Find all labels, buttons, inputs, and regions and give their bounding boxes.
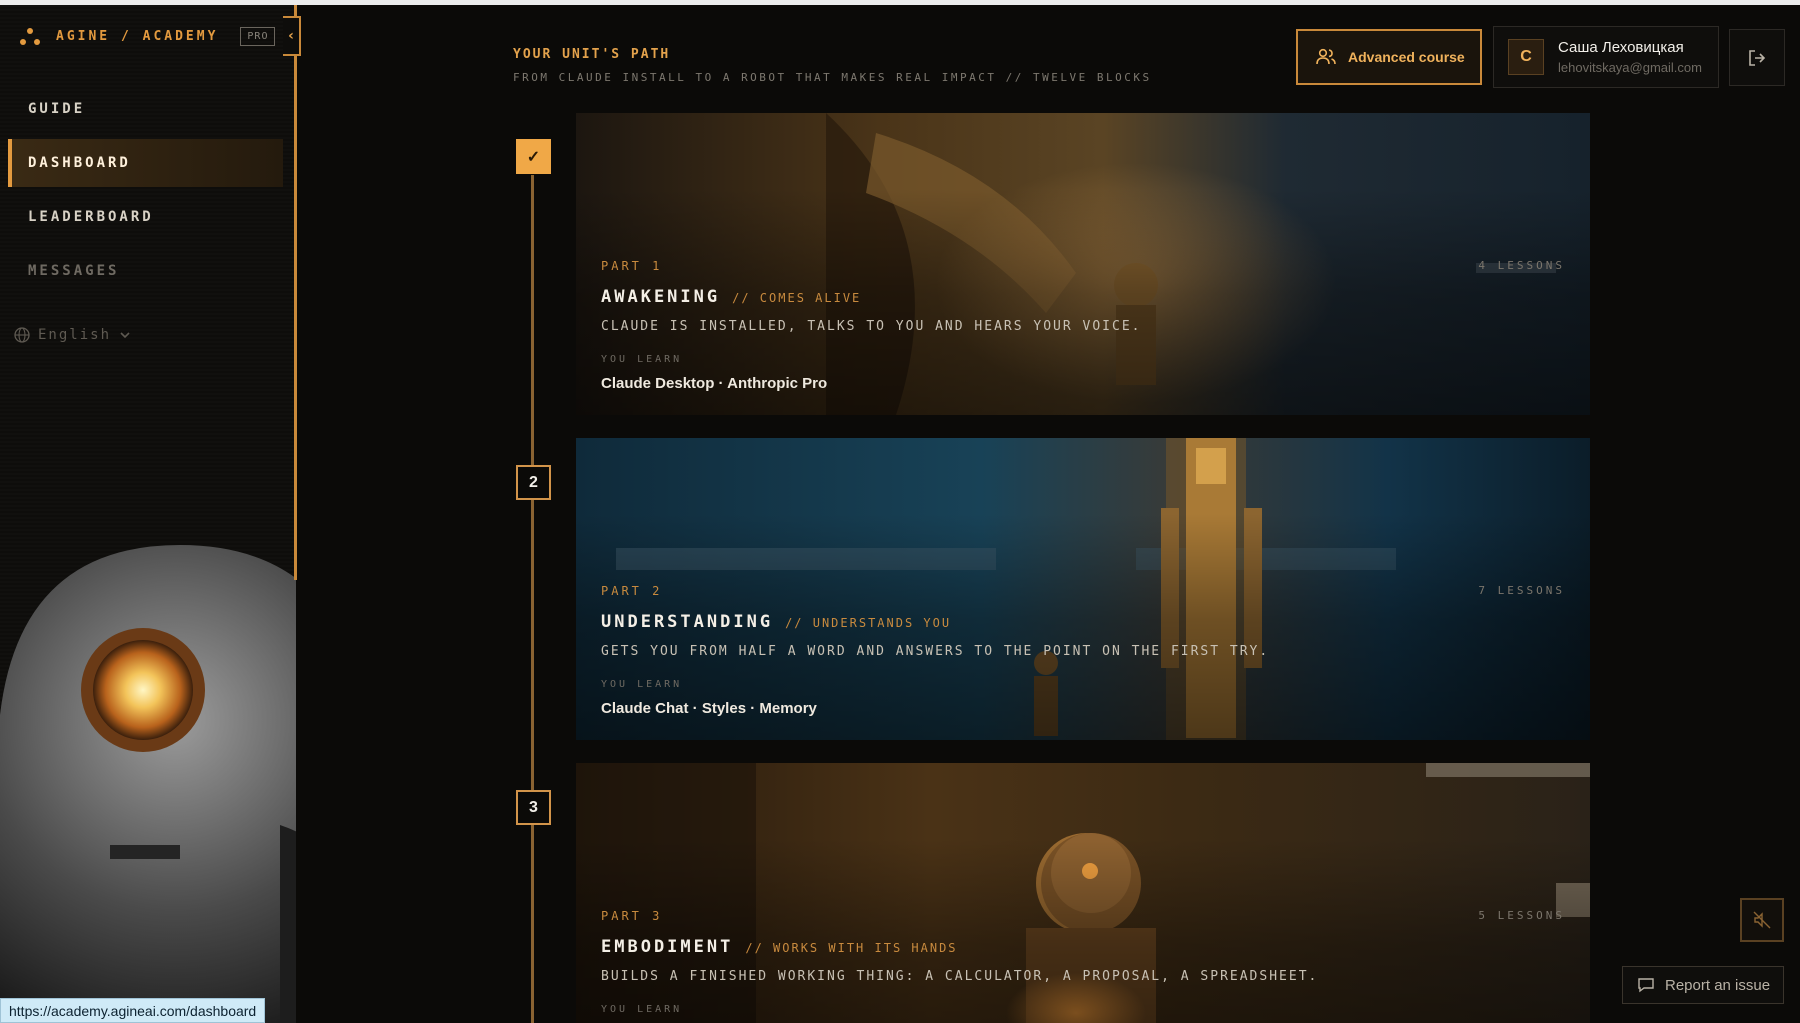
you-learn-label: YOU LEARN [601,679,683,690]
sidebar-nav: GUIDE DASHBOARD LEADERBOARD MESSAGES [8,85,283,301]
sidebar-collapse-button[interactable]: ‹ [283,16,301,56]
chevron-left-icon: ‹ [288,28,294,44]
step-marker-3: 3 [516,790,551,825]
brand[interactable]: AGINE / ACADEMY PRO [20,27,276,46]
logout-icon [1749,49,1766,66]
part-description: GETS YOU FROM HALF A WORD AND ANSWERS TO… [601,644,1270,659]
robot-head-illustration [0,545,296,1023]
you-learn-label: YOU LEARN [601,354,683,365]
status-bar-url: https://academy.agineai.com/dashboard [0,998,266,1023]
part-card-3[interactable]: PART 3 5 LESSONS EMBODIMENT // WORKS WIT… [576,763,1590,1023]
report-issue-button[interactable]: Report an issue [1622,966,1784,1004]
step-marker-2: 2 [516,465,551,500]
part-card-2[interactable]: PART 2 7 LESSONS UNDERSTANDING // UNDERS… [576,438,1590,740]
you-learn-topics: Claude Desktop · Anthropic Pro [601,375,828,392]
part-subtitle: // COMES ALIVE [732,291,862,305]
logout-button[interactable] [1729,29,1785,86]
sidebar-item-label: MESSAGES [28,263,120,279]
sidebar-item-label: GUIDE [28,101,86,117]
you-learn-label: YOU LEARN [601,1004,683,1015]
brand-logo-icon [20,27,42,46]
muted-speaker-icon [1753,911,1771,929]
mute-toggle-button[interactable] [1740,898,1784,942]
chevron-down-icon [120,332,130,339]
language-label: English [38,327,112,343]
sidebar-item-guide[interactable]: GUIDE [8,85,283,133]
part-title: AWAKENING [601,287,721,307]
users-icon [1316,48,1336,65]
page-subtitle: FROM CLAUDE INSTALL TO A ROBOT THAT MAKE… [513,71,1152,84]
globe-icon [14,327,30,343]
avatar: C [1508,39,1544,75]
sidebar-item-leaderboard[interactable]: LEADERBOARD [8,193,283,241]
user-email: lehovitskaya@gmail.com [1558,60,1702,75]
advanced-course-label: Advanced course [1348,49,1465,65]
pro-badge: PRO [240,27,276,46]
part-label: PART 3 [601,909,663,923]
brand-name: AGINE / ACADEMY [56,29,219,44]
message-icon [1638,978,1654,993]
sidebar: AGINE / ACADEMY PRO GUIDE DASHBOARD LEAD… [0,5,296,1023]
part-subtitle: // WORKS WITH ITS HANDS [745,941,958,955]
part-label: PART 2 [601,584,663,598]
part-title: UNDERSTANDING [601,612,774,632]
lesson-count: 7 LESSONS [1478,584,1565,597]
sidebar-item-messages[interactable]: MESSAGES [8,247,283,295]
user-profile-card[interactable]: C Саша Леховицкая lehovitskaya@gmail.com [1493,26,1719,88]
sidebar-item-label: DASHBOARD [28,155,131,171]
part-card-1[interactable]: PART 1 4 LESSONS AWAKENING // COMES ALIV… [576,113,1590,415]
sidebar-item-label: LEADERBOARD [28,209,154,225]
part-title: EMBODIMENT [601,937,734,957]
page-title: YOUR UNIT'S PATH [513,47,671,62]
path-timeline [531,175,534,1023]
language-selector[interactable]: English [14,327,131,343]
lesson-count: 5 LESSONS [1478,909,1565,922]
user-name: Саша Леховицкая [1558,39,1684,56]
part-subtitle: // UNDERSTANDS YOU [785,616,952,630]
part-description: BUILDS A FINISHED WORKING THING: A CALCU… [601,969,1319,984]
part-label: PART 1 [601,259,663,273]
card-content: PART 2 7 LESSONS UNDERSTANDING // UNDERS… [601,584,1565,717]
part-description: CLAUDE IS INSTALLED, TALKS TO YOU AND HE… [601,319,1142,334]
report-issue-label: Report an issue [1665,976,1771,994]
lesson-count: 4 LESSONS [1478,259,1565,272]
step-marker-1: ✓ [516,139,551,174]
card-content: PART 3 5 LESSONS EMBODIMENT // WORKS WIT… [601,909,1565,1023]
card-content: PART 1 4 LESSONS AWAKENING // COMES ALIV… [601,259,1565,392]
sidebar-item-dashboard[interactable]: DASHBOARD [8,139,283,187]
sidebar-accent-rail [294,5,297,580]
advanced-course-button[interactable]: Advanced course [1296,29,1482,85]
you-learn-topics: Claude Chat · Styles · Memory [601,700,817,717]
